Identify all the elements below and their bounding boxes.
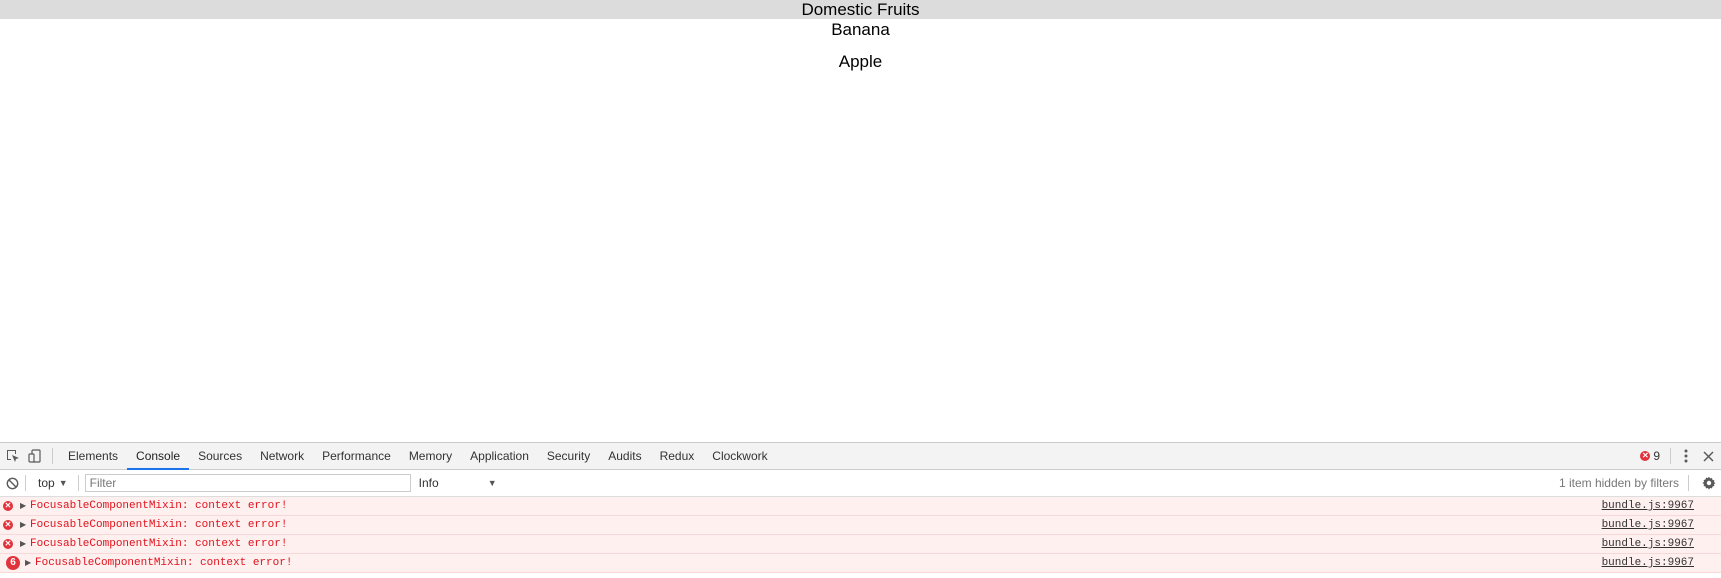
console-messages: ✕ ▶ FocusableComponentMixin: context err… (0, 497, 1721, 573)
repeat-count-badge: 6 (6, 556, 20, 570)
close-icon[interactable] (1697, 443, 1719, 469)
toolbar-right-separator (1688, 475, 1689, 491)
fruit-list: Banana Apple (0, 19, 1721, 83)
fruit-item-apple: Apple (838, 52, 883, 71)
hidden-items-info: 1 item hidden by filters (1558, 476, 1679, 490)
expand-triangle-icon[interactable]: ▶ (20, 497, 26, 515)
console-message-grouped[interactable]: 6 ▶ FocusableComponentMixin: context err… (0, 554, 1721, 573)
error-icon: ✕ (1640, 451, 1651, 461)
tab-security[interactable]: Security (538, 443, 599, 469)
error-count-badge[interactable]: ✕ 9 (1634, 449, 1666, 463)
console-message-source-link[interactable]: bundle.js:9967 (1602, 516, 1694, 534)
expand-triangle-icon[interactable]: ▶ (25, 554, 31, 572)
tab-sources[interactable]: Sources (189, 443, 251, 469)
tabbar-separator (52, 448, 53, 464)
toolbar-separator-2 (77, 475, 79, 491)
expand-triangle-icon[interactable]: ▶ (20, 516, 26, 534)
log-level-value: Info (418, 476, 439, 490)
console-message-source-link[interactable]: bundle.js:9967 (1602, 497, 1694, 515)
context-select-value: top (38, 476, 55, 490)
tab-network[interactable]: Network (251, 443, 313, 469)
tabbar-right-separator (1670, 448, 1671, 464)
console-message[interactable]: ✕ ▶ FocusableComponentMixin: context err… (0, 516, 1721, 535)
toolbar-separator (25, 475, 26, 491)
tab-redux[interactable]: Redux (651, 443, 704, 469)
tab-clockwork[interactable]: Clockwork (703, 443, 776, 469)
inspect-element-icon[interactable] (2, 443, 24, 469)
console-message-source-link[interactable]: bundle.js:9967 (1602, 554, 1694, 572)
console-toolbar: top ▼ Info ▼ 1 item hidden by filters (0, 470, 1721, 497)
error-count: 9 (1653, 449, 1660, 463)
console-message-text: FocusableComponentMixin: context error! (30, 538, 288, 550)
console-message-text: FocusableComponentMixin: context error! (30, 519, 288, 531)
caret-down-icon: ▼ (58, 478, 68, 488)
clear-console-icon[interactable] (1, 470, 23, 496)
more-vertical-icon[interactable] (1675, 443, 1697, 469)
error-icon: ✕ (3, 520, 13, 530)
filter-input[interactable] (84, 474, 411, 492)
tab-elements[interactable]: Elements (59, 443, 127, 469)
device-toolbar-icon[interactable] (24, 443, 46, 469)
page-header: Domestic Fruits (0, 0, 1721, 19)
console-message-text: FocusableComponentMixin: context error! (35, 557, 293, 569)
tab-memory[interactable]: Memory (400, 443, 461, 469)
tabbar-right-controls: ✕ 9 (1634, 443, 1721, 469)
error-icon: ✕ (3, 539, 13, 549)
tab-console[interactable]: Console (127, 443, 190, 470)
console-message[interactable]: ✕ ▶ FocusableComponentMixin: context err… (0, 535, 1721, 554)
console-message-text: FocusableComponentMixin: context error! (30, 500, 288, 512)
devtools-tabbar: Elements Console Sources Network Perform… (0, 443, 1721, 470)
devtools-panel: Elements Console Sources Network Perform… (0, 442, 1721, 578)
tab-audits[interactable]: Audits (599, 443, 650, 469)
caret-down-icon: ▼ (487, 478, 497, 488)
log-level-select[interactable]: Info ▼ (419, 476, 497, 490)
fruit-item-banana: Banana (831, 20, 890, 39)
tab-performance[interactable]: Performance (313, 443, 400, 469)
console-message-source-link[interactable]: bundle.js:9967 (1602, 535, 1694, 553)
expand-triangle-icon[interactable]: ▶ (20, 535, 26, 553)
console-message[interactable]: ✕ ▶ FocusableComponentMixin: context err… (0, 497, 1721, 516)
tab-application[interactable]: Application (461, 443, 538, 469)
page-title: Domestic Fruits (801, 0, 920, 19)
context-select[interactable]: top ▼ (28, 476, 76, 490)
error-icon: ✕ (3, 501, 13, 511)
settings-gear-icon[interactable] (1701, 475, 1717, 491)
